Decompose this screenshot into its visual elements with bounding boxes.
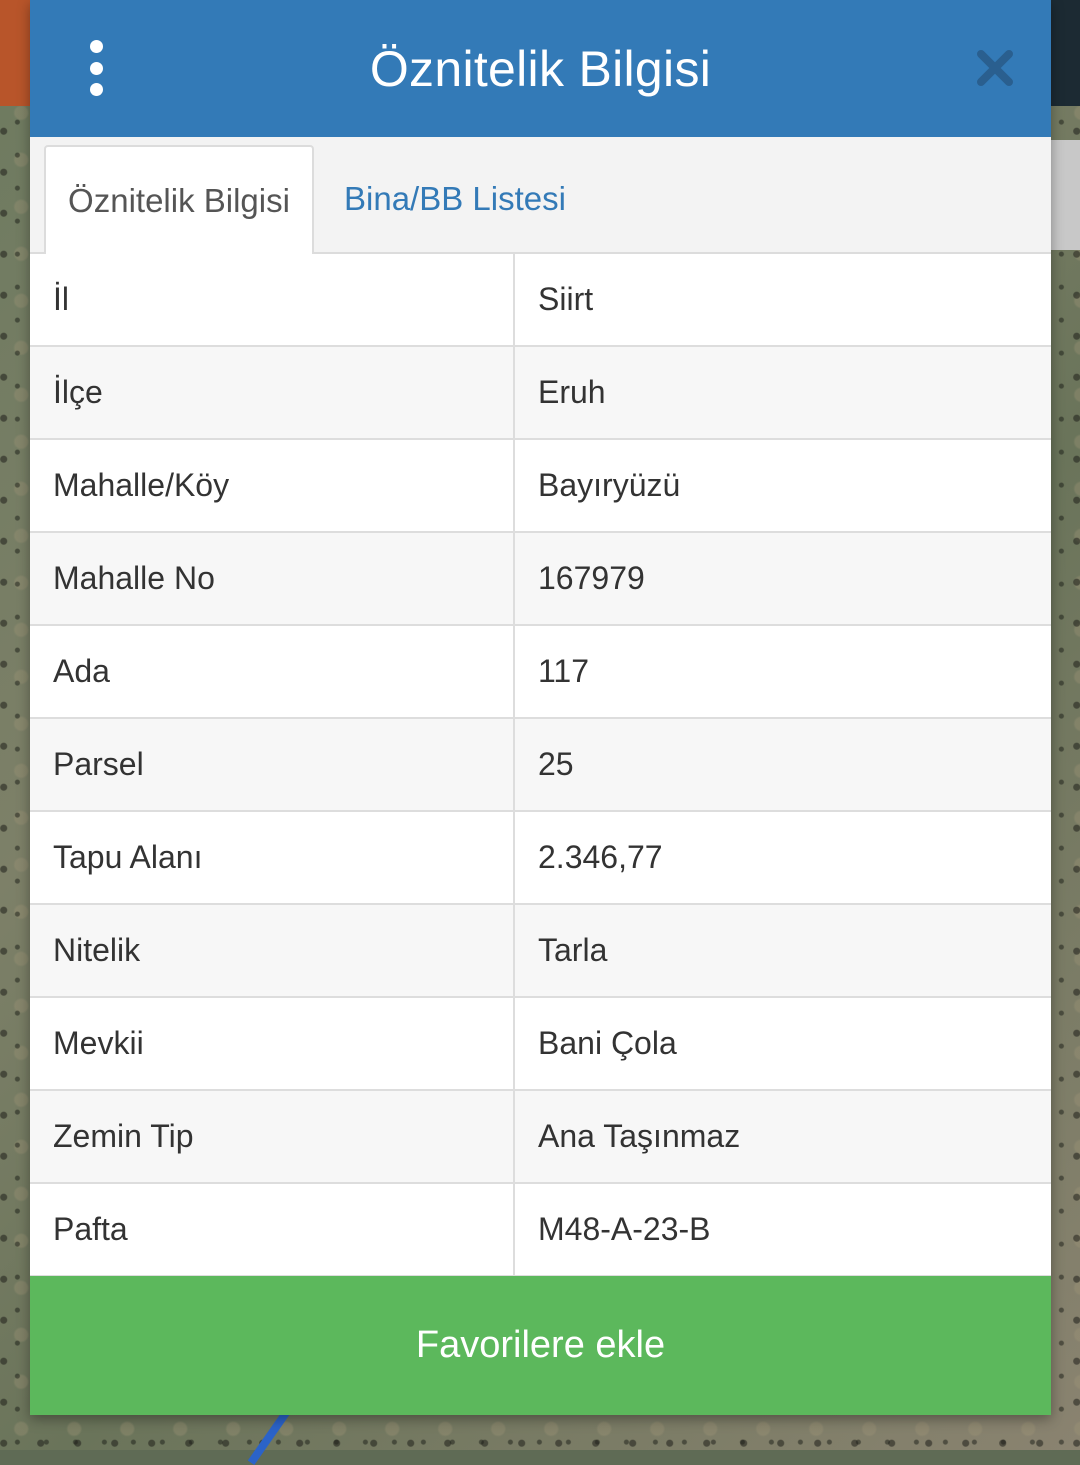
add-to-favorites-button[interactable]: Favorilere ekle xyxy=(30,1276,1051,1415)
attribute-value: Eruh xyxy=(538,374,606,410)
tab-attribute-info[interactable]: Öznitelik Bilgisi xyxy=(44,145,314,254)
table-row: Tapu Alanı 2.346,77 xyxy=(30,812,1051,905)
table-row: Ada 117 xyxy=(30,626,1051,719)
dialog-header: Öznitelik Bilgisi xyxy=(30,0,1051,137)
attribute-key: İlçe xyxy=(30,347,515,438)
table-row: Mahalle/Köy Bayıryüzü xyxy=(30,440,1051,533)
attribute-key: Mevkii xyxy=(30,998,515,1089)
attribute-value: M48-A-23-B xyxy=(538,1211,711,1247)
attribute-key: İl xyxy=(30,254,515,345)
attribute-value: Bani Çola xyxy=(538,1025,677,1061)
close-icon[interactable] xyxy=(975,48,1015,88)
table-row: Mevkii Bani Çola xyxy=(30,998,1051,1091)
attribute-value: Siirt xyxy=(538,281,594,317)
attribute-value: 167979 xyxy=(538,560,645,596)
tab-bar: Öznitelik Bilgisi Bina/BB Listesi xyxy=(30,137,1051,254)
tab-building-list[interactable]: Bina/BB Listesi xyxy=(344,145,566,252)
attribute-key: Tapu Alanı xyxy=(30,812,515,903)
map-feature xyxy=(0,0,32,106)
attribute-value: 25 xyxy=(538,746,574,782)
table-row: Nitelik Tarla xyxy=(30,905,1051,998)
attribute-value: Bayıryüzü xyxy=(538,467,681,503)
attribute-key: Pafta xyxy=(30,1184,515,1275)
map-feature xyxy=(1050,140,1080,250)
attribute-value: 117 xyxy=(538,653,590,689)
tab-label: Bina/BB Listesi xyxy=(344,179,566,217)
table-row: Mahalle No 167979 xyxy=(30,533,1051,626)
table-row: İl Siirt xyxy=(30,254,1051,347)
attribute-value: Tarla xyxy=(538,932,608,968)
dialog-title: Öznitelik Bilgisi xyxy=(369,40,712,97)
map-feature xyxy=(1050,0,1080,106)
attribute-value: 2.346,77 xyxy=(538,839,663,875)
table-row: İlçe Eruh xyxy=(30,347,1051,440)
attribute-key: Mahalle/Köy xyxy=(30,440,515,531)
attribute-key: Nitelik xyxy=(30,905,515,996)
attribute-key: Ada xyxy=(30,626,515,717)
attribute-key: Zemin Tip xyxy=(30,1091,515,1182)
table-row: Pafta M48-A-23-B xyxy=(30,1184,1051,1277)
more-vertical-icon[interactable] xyxy=(80,40,112,96)
attribute-value: Ana Taşınmaz xyxy=(538,1118,741,1154)
add-to-favorites-label: Favorilere ekle xyxy=(415,1324,666,1366)
table-row: Parsel 25 xyxy=(30,719,1051,812)
attribute-key: Parsel xyxy=(30,719,515,810)
attribute-key: Mahalle No xyxy=(30,533,515,624)
table-row: Zemin Tip Ana Taşınmaz xyxy=(30,1091,1051,1184)
tab-label: Öznitelik Bilgisi xyxy=(68,181,290,219)
attribute-table: İl Siirt İlçe Eruh Mahalle/Köy Bayıryüzü… xyxy=(30,254,1051,1277)
attribute-info-dialog: Öznitelik Bilgisi Öznitelik Bilgisi Bina… xyxy=(30,0,1051,1415)
